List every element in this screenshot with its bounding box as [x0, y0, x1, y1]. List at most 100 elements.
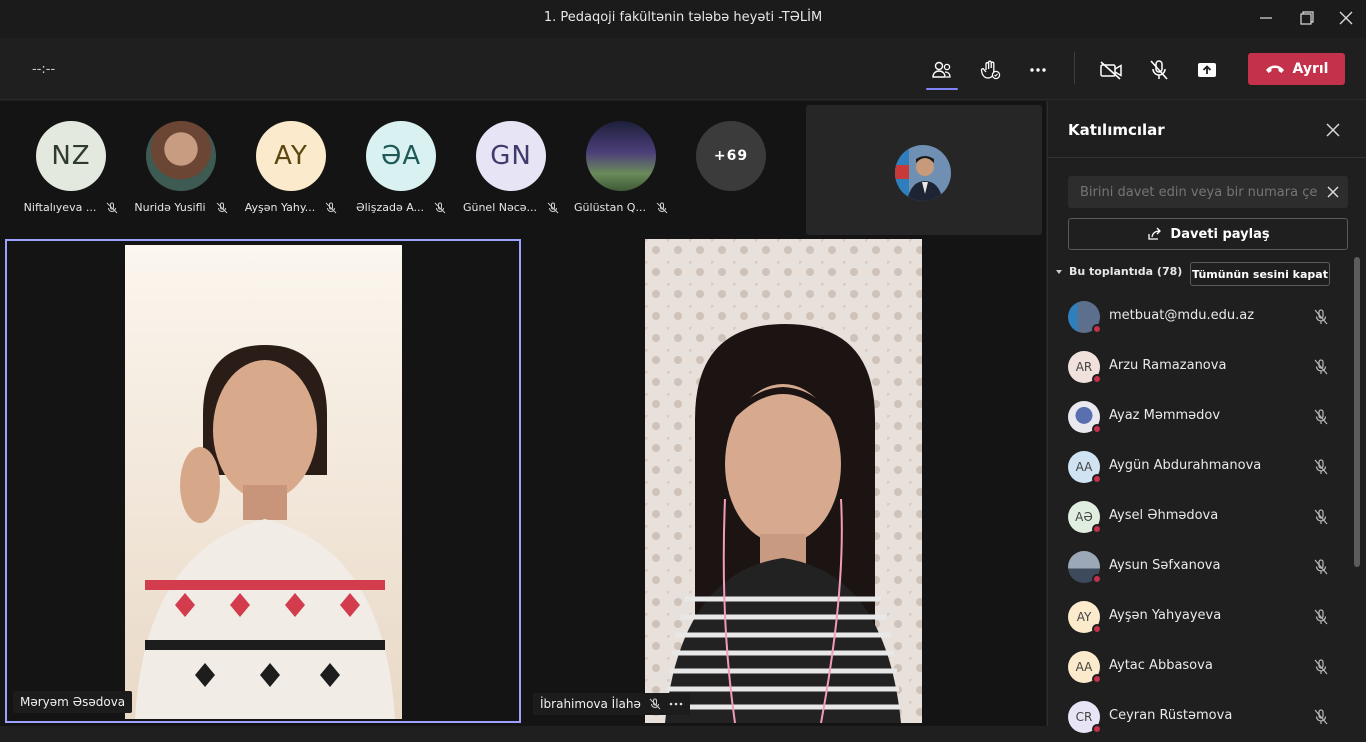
list-item[interactable]: AƏ Aysel Əhmədova	[1048, 492, 1354, 542]
status-dot	[1092, 374, 1102, 384]
participants-button[interactable]	[926, 54, 958, 90]
list-item[interactable]: AR Arzu Ramazanova	[1048, 342, 1354, 392]
avatar-initials: AA	[1075, 460, 1093, 474]
raise-hand-icon	[980, 60, 1001, 80]
status-dot	[1092, 324, 1102, 334]
mic-off-icon	[1312, 358, 1330, 376]
participants-panel: Katılımcılar Daveti paylaş Bu toplantıda…	[1047, 101, 1366, 734]
participant-name: Aysun Səfxanova	[1109, 558, 1221, 573]
section-header[interactable]: Bu toplantıda (78)	[1055, 265, 1182, 278]
participant-name: Arzu Ramazanova	[1109, 358, 1227, 373]
mic-off-icon	[1312, 408, 1330, 426]
avatar: NZ	[36, 121, 106, 191]
share-invite-button[interactable]: Daveti paylaş	[1068, 218, 1348, 250]
avatar-photo	[146, 121, 216, 191]
avatar: AY	[256, 121, 326, 191]
mic-off-icon	[325, 202, 337, 213]
strip-participant[interactable]: NZ Niftalıyeva ...	[16, 121, 126, 214]
ellipsis-icon	[1030, 68, 1046, 72]
participant-name: Günel Nəcə...	[462, 201, 538, 214]
status-dot	[1092, 574, 1102, 584]
strip-participant[interactable]: GN Günel Nəcə...	[456, 121, 566, 214]
mic-off-icon	[547, 202, 559, 213]
participant-list: metbuat@mdu.edu.az AR Arzu Ramazanova Ay…	[1048, 292, 1354, 742]
list-item[interactable]: metbuat@mdu.edu.az	[1048, 292, 1354, 342]
tile-name-label: İbrahimova İlahə	[533, 693, 690, 715]
phone-hangup-icon	[1265, 65, 1284, 73]
raise-hand-button[interactable]	[974, 54, 1006, 86]
section-label: Bu toplantıda (78)	[1069, 265, 1183, 278]
avatar-initials: CR	[1075, 710, 1093, 724]
participant-name: Niftalıyeva ...	[23, 201, 97, 214]
mic-off-icon	[1150, 60, 1168, 80]
close-panel-icon[interactable]	[1324, 121, 1342, 139]
leave-button[interactable]: Ayrıl	[1248, 53, 1345, 85]
participant-name: Ceyran Rüstəmova	[1109, 708, 1233, 723]
avatar-initials: AA	[1075, 660, 1093, 674]
avatar-initials: GN	[490, 141, 532, 171]
window-title: 1. Pedaqoji fakültənin tələbə heyəti -TƏ…	[543, 10, 823, 25]
list-item[interactable]: AA Aytac Abbasova	[1048, 642, 1354, 692]
title-bar: 1. Pedaqoji fakültənin tələbə heyəti -TƏ…	[0, 0, 1366, 38]
avatar-photo	[1068, 401, 1102, 434]
avatar: AA	[1068, 651, 1102, 684]
panel-scrollbar[interactable]	[1354, 257, 1360, 567]
strip-participant[interactable]: AY Ayşən Yahy...	[236, 121, 346, 214]
more-actions-button[interactable]	[1022, 54, 1054, 86]
avatar-initials: NZ	[51, 141, 91, 171]
avatar: ƏA	[366, 121, 436, 191]
list-item[interactable]: AY Ayşən Yahyayeva	[1048, 592, 1354, 642]
avatar: AƏ	[1068, 501, 1102, 534]
ellipsis-icon[interactable]	[669, 698, 683, 710]
mic-off-icon	[1312, 708, 1330, 726]
status-dot	[1092, 624, 1102, 634]
participant-video	[645, 239, 922, 723]
panel-divider	[1048, 157, 1366, 158]
avatar: AY	[1068, 601, 1102, 634]
strip-participant[interactable]: ƏA Əlişzadə A...	[346, 121, 456, 214]
avatar: AA	[1068, 451, 1102, 484]
camera-toggle-button[interactable]	[1095, 54, 1127, 86]
video-tile[interactable]: İbrahimova İlahə	[527, 239, 1043, 723]
close-window-icon[interactable]	[1336, 8, 1356, 28]
mic-off-icon	[649, 698, 661, 710]
participant-name: Ayşən Yahy...	[244, 201, 316, 214]
share-screen-button[interactable]	[1191, 54, 1223, 86]
more-participants-button[interactable]: +69	[676, 121, 786, 191]
list-item[interactable]: CR Ceyran Rüstəmova	[1048, 692, 1354, 742]
restore-icon[interactable]	[1296, 8, 1316, 28]
leave-label: Ayrıl	[1292, 61, 1329, 77]
invite-input[interactable]	[1068, 184, 1318, 200]
strip-participant[interactable]: Gülüstan Q...	[566, 121, 676, 214]
avatar-initials: AR	[1075, 360, 1093, 374]
more-count: +69	[696, 121, 766, 191]
minimize-icon[interactable]	[1256, 8, 1276, 28]
participant-name: Aygün Abdurahmanova	[1109, 458, 1262, 473]
mic-off-icon	[434, 202, 446, 213]
list-item[interactable]: AA Aygün Abdurahmanova	[1048, 442, 1354, 492]
mic-off-icon	[656, 202, 668, 213]
avatar: CR	[1068, 701, 1102, 734]
share-screen-icon	[1198, 63, 1216, 77]
mic-off-icon	[1312, 558, 1330, 576]
invite-field[interactable]	[1068, 176, 1348, 208]
chevron-down-icon	[1056, 269, 1062, 274]
clear-icon[interactable]	[1318, 176, 1348, 208]
camera-off-icon	[1100, 61, 1122, 80]
list-item[interactable]: Aysun Səfxanova	[1048, 542, 1354, 592]
video-tile-pinned[interactable]: Məryəm Əsədova	[5, 239, 521, 723]
self-preview	[806, 105, 1042, 235]
list-item[interactable]: Ayaz Məmmədov	[1048, 392, 1354, 442]
mic-off-icon	[1312, 658, 1330, 676]
meeting-stage: NZ Niftalıyeva ... Nuridə Yusifli AY Ayş…	[0, 101, 1046, 726]
tile-name-label: Məryəm Əsədova	[13, 691, 133, 713]
avatar-initials: AY	[1076, 610, 1092, 624]
avatar-photo	[1068, 301, 1102, 334]
mic-toggle-button[interactable]	[1143, 54, 1175, 86]
status-dot	[1092, 474, 1102, 484]
tile-name: İbrahimova İlahə	[540, 697, 641, 711]
self-avatar-photo	[895, 145, 951, 201]
mute-all-button[interactable]: Tümünün sesini kapat	[1190, 262, 1330, 286]
participant-name: metbuat@mdu.edu.az	[1109, 308, 1255, 323]
strip-participant[interactable]: Nuridə Yusifli	[126, 121, 236, 214]
